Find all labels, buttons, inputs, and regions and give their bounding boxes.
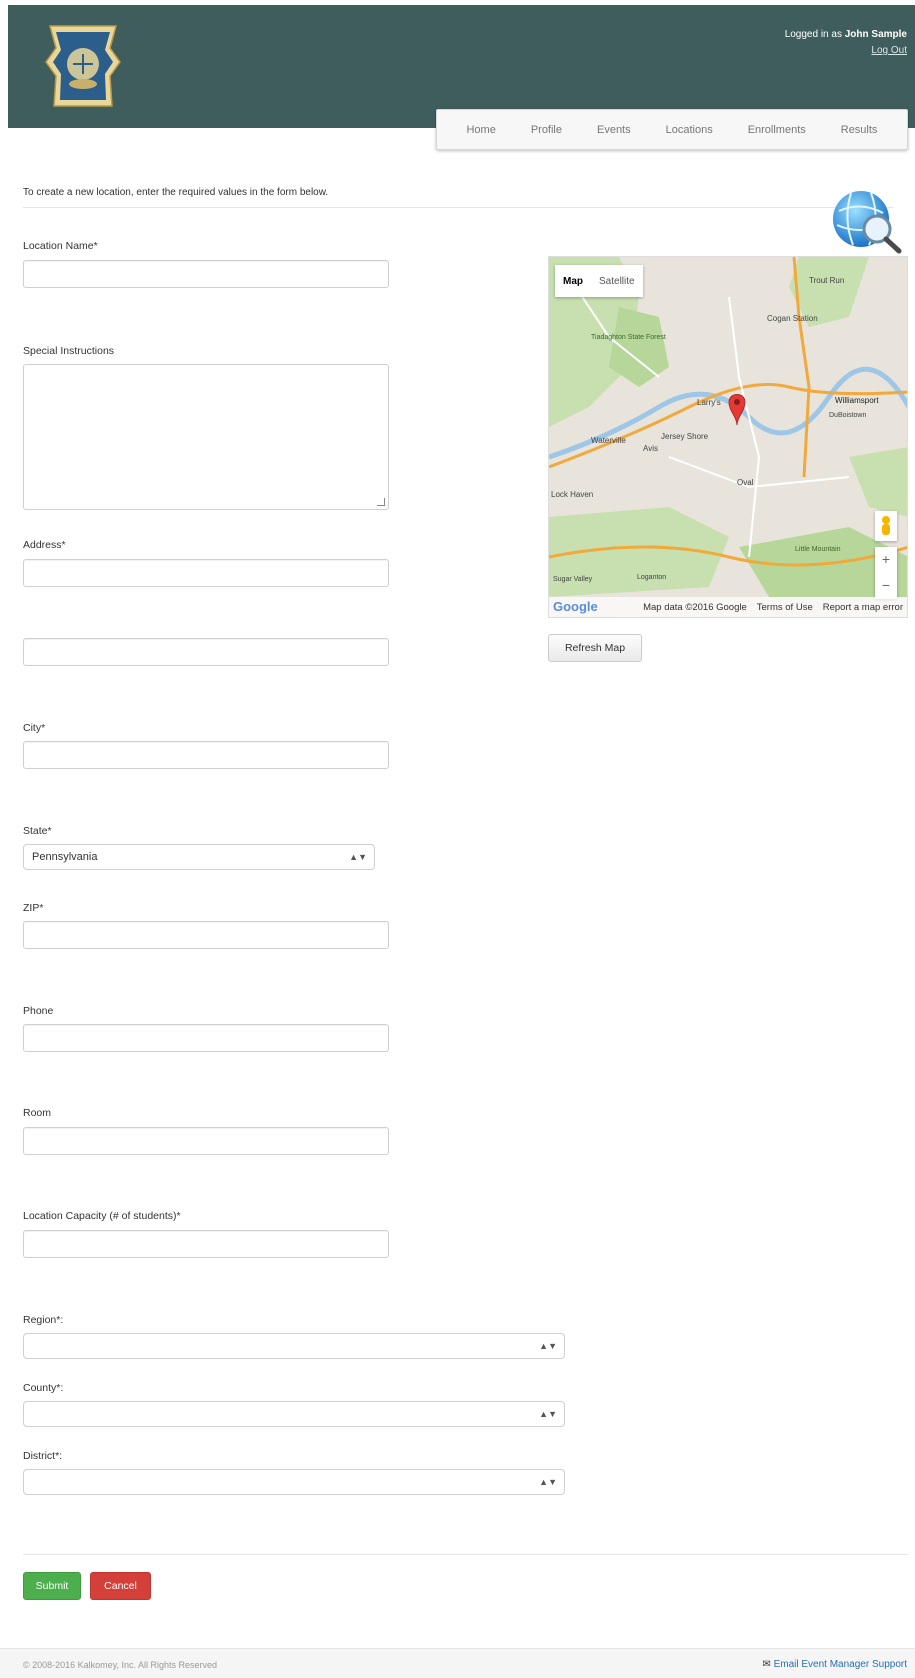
zip-input[interactable] xyxy=(23,921,389,949)
map-tiles[interactable]: Trout Run Cogan Station Tiadaghton State… xyxy=(549,257,908,618)
resize-grip-icon[interactable] xyxy=(377,498,385,506)
cancel-button[interactable]: Cancel xyxy=(90,1572,151,1600)
special-instructions-textarea[interactable] xyxy=(23,364,389,510)
refresh-map-button[interactable]: Refresh Map xyxy=(548,634,642,662)
district-select[interactable]: ▲▼ xyxy=(23,1469,565,1495)
map-label: DuBoistown xyxy=(829,412,866,419)
location-name-input[interactable] xyxy=(23,260,389,288)
nav-profile[interactable]: Profile xyxy=(531,124,562,136)
capacity-input[interactable] xyxy=(23,1230,389,1258)
map-label: Trout Run xyxy=(809,276,844,285)
state-label: State* xyxy=(23,825,52,837)
map-label: Oval xyxy=(737,478,754,487)
capacity-label: Location Capacity (# of students)* xyxy=(23,1210,181,1222)
google-logo: Google xyxy=(553,599,598,614)
location-map[interactable]: Trout Run Cogan Station Tiadaghton State… xyxy=(548,256,908,618)
special-instructions-label: Special Instructions xyxy=(23,345,115,357)
state-select[interactable]: Pennsylvania ▲▼ xyxy=(23,844,375,870)
county-label: County*: xyxy=(23,1382,64,1394)
state-selected-value: Pennsylvania xyxy=(32,851,98,863)
terms-of-use-link[interactable]: Terms of Use xyxy=(757,602,813,613)
address-label: Address* xyxy=(23,539,66,551)
city-label: City* xyxy=(23,722,46,734)
nav-locations[interactable]: Locations xyxy=(666,124,713,136)
pennsylvania-seal-logo xyxy=(45,25,121,107)
zoom-out-button[interactable]: − xyxy=(875,573,897,599)
region-label: Region*: xyxy=(23,1314,64,1326)
select-arrows-icon: ▲▼ xyxy=(349,852,367,862)
logout-link[interactable]: Log Out xyxy=(871,45,907,56)
zoom-control: + − xyxy=(875,547,897,599)
user-name: John Sample xyxy=(844,29,907,40)
site-header: Logged in as John Sample Log Out Home Pr… xyxy=(0,0,915,150)
map-label: Jersey Shore xyxy=(661,432,709,441)
county-select[interactable]: ▲▼ xyxy=(23,1401,565,1427)
map-label: Sugar Valley xyxy=(553,576,593,583)
email-support-link[interactable]: ✉ Email Event Manager Support xyxy=(762,1659,907,1670)
site-footer: © 2008-2016 Kalkomey, Inc. All Rights Re… xyxy=(0,1648,915,1678)
map-type-control: Map Satellite xyxy=(555,265,643,297)
nav-results[interactable]: Results xyxy=(841,124,878,136)
logged-in-prefix: Logged in as xyxy=(784,29,842,40)
city-input[interactable] xyxy=(23,741,389,769)
map-label: Loganton xyxy=(637,574,666,581)
street-view-pegman-icon[interactable] xyxy=(875,511,897,541)
select-arrows-icon: ▲▼ xyxy=(539,1341,557,1351)
globe-search-icon xyxy=(833,191,902,254)
map-label: Tiadaghton State Forest xyxy=(591,334,666,341)
address-line2-input[interactable] xyxy=(23,638,389,666)
select-arrows-icon: ▲▼ xyxy=(539,1477,557,1487)
select-arrows-icon: ▲▼ xyxy=(539,1409,557,1419)
divider xyxy=(23,1554,908,1555)
map-label: Larry's xyxy=(697,398,721,407)
submit-button[interactable]: Submit xyxy=(23,1572,81,1600)
map-attribution: Google Map data ©2016 Google Terms of Us… xyxy=(549,597,907,617)
phone-label: Phone xyxy=(23,1005,54,1017)
nav-events[interactable]: Events xyxy=(597,124,631,136)
map-label: Williamsport xyxy=(835,396,879,405)
map-type-map-button[interactable]: Map xyxy=(555,276,591,287)
room-label: Room xyxy=(23,1107,52,1119)
phone-input[interactable] xyxy=(23,1024,389,1052)
map-label: Waterville xyxy=(591,436,626,445)
room-input[interactable] xyxy=(23,1127,389,1155)
intro-text: To create a new location, enter the requ… xyxy=(23,187,893,208)
email-support-label: Email Event Manager Support xyxy=(773,1659,907,1670)
report-map-error-link[interactable]: Report a map error xyxy=(823,602,903,613)
location-name-label: Location Name* xyxy=(23,240,98,252)
main-nav: Home Profile Events Locations Enrollment… xyxy=(436,109,908,150)
map-type-satellite-button[interactable]: Satellite xyxy=(591,276,643,287)
district-label: District*: xyxy=(23,1450,63,1462)
nav-enrollments[interactable]: Enrollments xyxy=(748,124,806,136)
login-info: Logged in as John Sample Log Out xyxy=(785,27,907,59)
region-select[interactable]: ▲▼ xyxy=(23,1333,565,1359)
map-label: Avis xyxy=(643,444,658,453)
address-line1-input[interactable] xyxy=(23,559,389,587)
copyright-text: © 2008-2016 Kalkomey, Inc. All Rights Re… xyxy=(23,1660,218,1670)
map-data-text: Map data ©2016 Google xyxy=(643,601,747,613)
map-label: Little Mountain xyxy=(795,546,841,553)
envelope-icon: ✉ xyxy=(762,1659,771,1670)
map-label: Cogan Station xyxy=(767,314,818,323)
zoom-in-button[interactable]: + xyxy=(875,547,897,573)
map-label: Lock Haven xyxy=(551,490,593,499)
zip-label: ZIP* xyxy=(23,902,44,914)
nav-home[interactable]: Home xyxy=(466,124,495,136)
